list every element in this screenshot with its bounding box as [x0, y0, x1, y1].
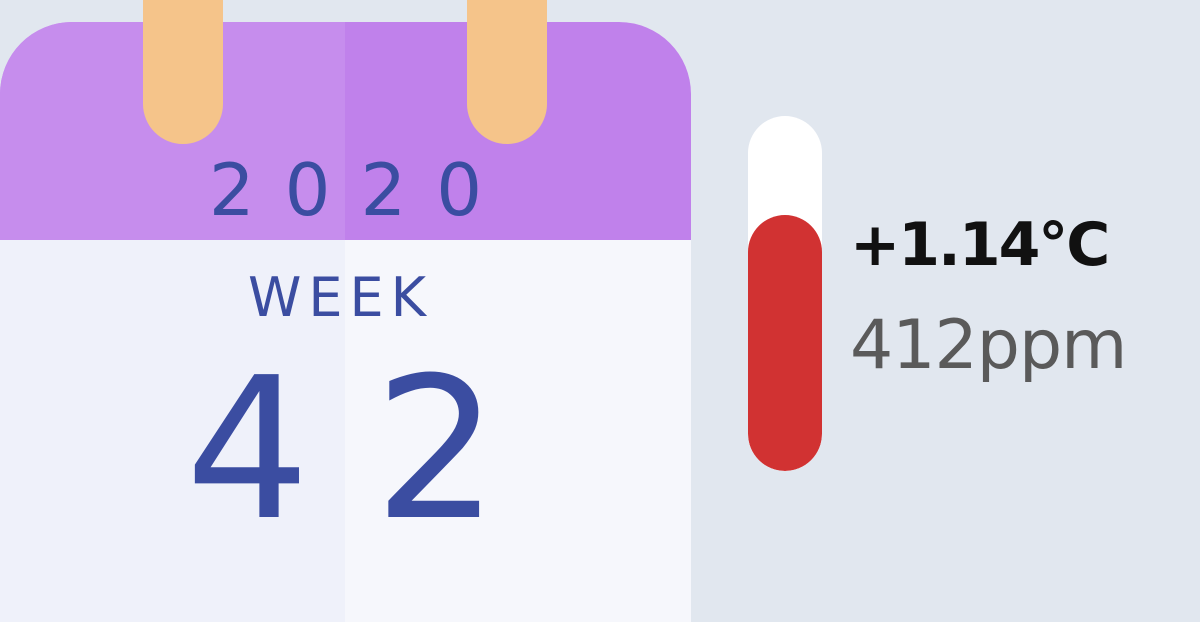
thermometer-icon	[748, 116, 822, 471]
thermometer-fill	[748, 215, 822, 471]
temperature-anomaly: +1.14°C	[850, 210, 1110, 280]
calendar-year: 2020	[208, 148, 513, 232]
calendar-ring-left	[143, 0, 223, 144]
week-number: 42	[185, 336, 563, 564]
calendar-ring-right	[467, 0, 547, 144]
co2-level: 412ppm	[850, 306, 1127, 385]
calendar-icon: 2020 WEEK 42	[0, 22, 691, 622]
week-label: WEEK	[247, 266, 434, 329]
